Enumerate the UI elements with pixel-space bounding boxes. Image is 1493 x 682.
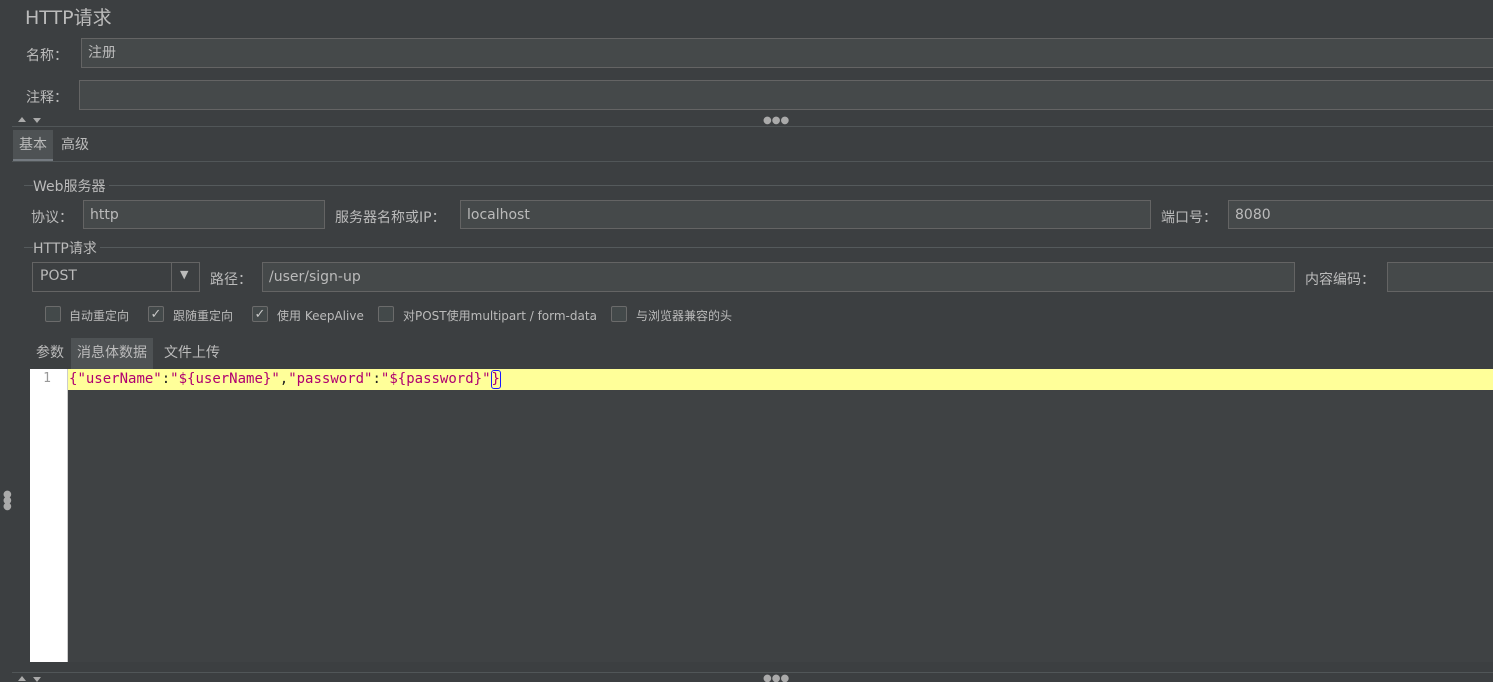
code-key-username: "userName" bbox=[77, 371, 162, 387]
tab-body-data[interactable]: 消息体数据 bbox=[71, 338, 153, 369]
keepalive-checkbox[interactable]: ✓ bbox=[252, 306, 268, 322]
tab-file-upload[interactable]: 文件上传 bbox=[158, 338, 226, 368]
protocol-label: 协议： bbox=[31, 210, 73, 226]
tab-divider bbox=[12, 161, 1493, 162]
http-request-group-title: HTTP请求 bbox=[33, 238, 100, 258]
bottom-splitter-grip-icon[interactable]: ●●● bbox=[763, 674, 789, 682]
code-close-brace: } bbox=[490, 370, 501, 389]
method-select-button[interactable]: ▼ bbox=[171, 263, 200, 291]
port-input[interactable]: 8080 bbox=[1228, 200, 1493, 229]
editor-gutter: 1 bbox=[30, 369, 67, 662]
web-server-group-line bbox=[24, 185, 1493, 186]
line-number: 1 bbox=[43, 371, 51, 386]
method-select-value: POST bbox=[40, 268, 77, 284]
chevron-down-icon: ▼ bbox=[180, 268, 189, 281]
comment-input[interactable] bbox=[79, 80, 1493, 110]
browser-headers-checkbox[interactable] bbox=[611, 306, 627, 322]
code-value-username: "${userName}" bbox=[170, 371, 280, 387]
encoding-label: 内容编码： bbox=[1305, 272, 1375, 288]
code-value-password: "${password}" bbox=[380, 371, 491, 387]
server-input[interactable]: localhost bbox=[460, 200, 1151, 229]
server-label: 服务器名称或IP： bbox=[335, 210, 446, 226]
browser-headers-label: 与浏览器兼容的头 bbox=[636, 309, 733, 323]
code-colon: : bbox=[161, 371, 171, 387]
method-select[interactable]: POST ▼ bbox=[32, 262, 200, 292]
name-input[interactable]: 注册 bbox=[81, 38, 1493, 68]
check-icon: ✓ bbox=[254, 307, 266, 322]
auto-redirect-label: 自动重定向 bbox=[69, 309, 130, 323]
follow-redirect-label: 跟随重定向 bbox=[173, 309, 234, 323]
code-line[interactable]: {"userName":"${userName}","password":"${… bbox=[68, 369, 1493, 390]
auto-redirect-checkbox[interactable] bbox=[45, 306, 61, 322]
splitter-grip-icon[interactable]: ●●● bbox=[763, 116, 789, 126]
bottom-collapse-down-icon[interactable] bbox=[33, 677, 41, 682]
multipart-label: 对POST使用multipart / form-data bbox=[403, 309, 597, 323]
bottom-splitter-line bbox=[12, 672, 1493, 673]
name-label: 名称： bbox=[26, 48, 68, 64]
http-request-group-line bbox=[24, 247, 1493, 248]
http-request-panel: HTTP请求 名称： 注册 注释： ●●● 基本 高级 Web服务器 协议： h… bbox=[0, 0, 1493, 682]
path-input[interactable]: /user/sign-up bbox=[262, 262, 1295, 292]
collapse-up-icon[interactable] bbox=[18, 117, 26, 122]
follow-redirect-checkbox[interactable]: ✓ bbox=[148, 306, 164, 322]
keepalive-label: 使用 KeepAlive bbox=[277, 309, 364, 323]
comment-label: 注释： bbox=[26, 90, 68, 106]
body-data-editor[interactable] bbox=[67, 369, 1493, 662]
check-icon: ✓ bbox=[150, 307, 162, 322]
tab-basic[interactable]: 基本 bbox=[13, 130, 53, 162]
path-label: 路径： bbox=[210, 272, 252, 288]
code-comma: , bbox=[279, 371, 289, 387]
splitter-line bbox=[12, 126, 1493, 127]
page-title: HTTP请求 bbox=[25, 7, 112, 29]
protocol-input[interactable]: http bbox=[83, 200, 325, 229]
encoding-input[interactable] bbox=[1387, 262, 1493, 292]
collapse-down-icon[interactable] bbox=[33, 118, 41, 123]
side-splitter-grip-icon[interactable]: ● ● ● bbox=[3, 490, 12, 512]
code-colon: : bbox=[372, 371, 381, 387]
tab-advanced[interactable]: 高级 bbox=[55, 130, 95, 160]
web-server-group-title: Web服务器 bbox=[33, 176, 109, 196]
multipart-checkbox[interactable] bbox=[378, 306, 394, 322]
code-key-password: "password" bbox=[288, 371, 373, 387]
bottom-collapse-up-icon[interactable] bbox=[18, 676, 26, 681]
tab-parameters[interactable]: 参数 bbox=[30, 338, 70, 368]
port-label: 端口号： bbox=[1161, 210, 1217, 226]
